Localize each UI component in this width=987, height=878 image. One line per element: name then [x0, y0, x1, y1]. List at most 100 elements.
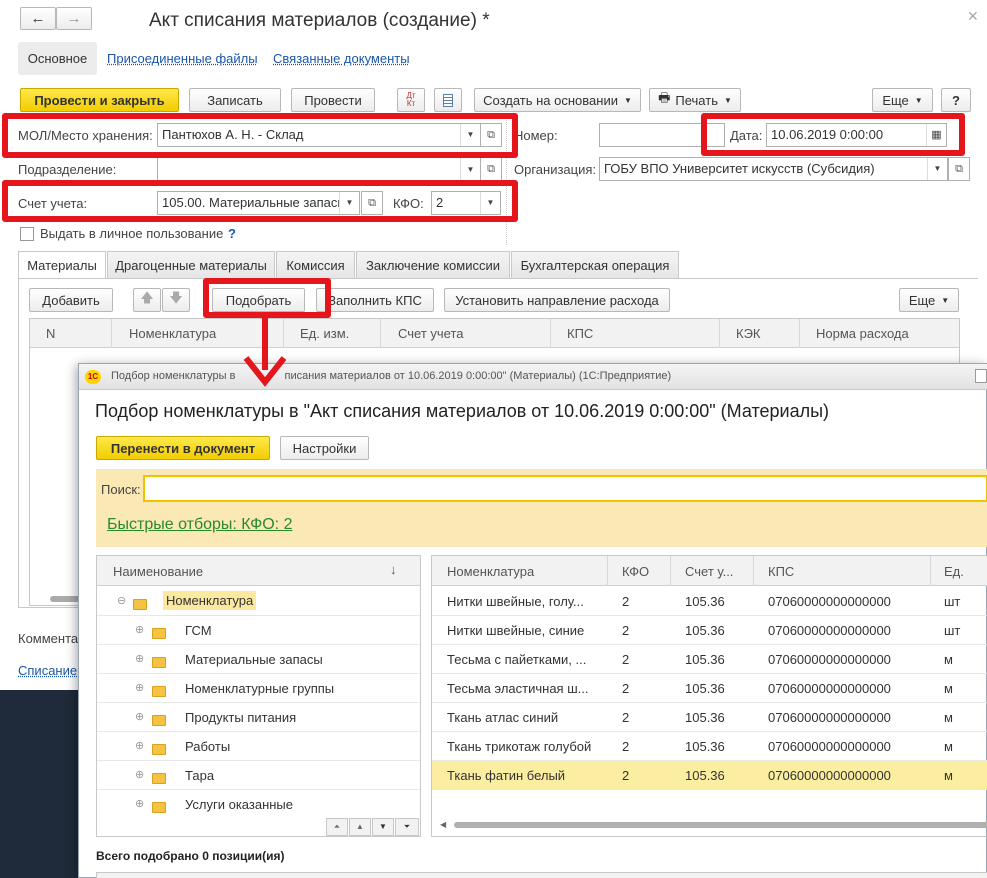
list-item[interactable]: Нитки швейные, синие 2 105.36 0706000000000…	[432, 616, 987, 645]
column-header[interactable]: КЭК	[736, 326, 761, 341]
footer-link[interactable]: Списание	[18, 663, 77, 678]
dropdown-arrow-icon[interactable]: ▼	[460, 158, 480, 180]
transfer-to-document-button[interactable]: Перенести в документ	[96, 436, 270, 460]
collapse-icon[interactable]: ⊖	[117, 594, 126, 607]
report-button[interactable]	[434, 88, 462, 112]
expand-icon[interactable]: ⊕	[135, 623, 144, 636]
open-icon[interactable]: ⧉	[948, 157, 970, 181]
column-header[interactable]: N	[46, 326, 55, 341]
add-button[interactable]: Добавить	[29, 288, 113, 312]
tree-item[interactable]: ⊕ Услуги оказанные	[97, 790, 420, 819]
tree-item[interactable]: ⊕ Тара	[97, 761, 420, 790]
scroll-left-icon[interactable]: ◀	[440, 820, 446, 829]
open-icon[interactable]: ⧉	[480, 157, 502, 181]
sort-arrow-icon[interactable]: ↓	[390, 562, 397, 577]
more-button[interactable]: Еще ▼	[872, 88, 933, 112]
set-direction-button[interactable]: Установить направление расхода	[444, 288, 670, 312]
tree-root-row[interactable]: ⊖ Номенклатура	[97, 587, 420, 616]
list-item[interactable]: Ткань атлас синий 2 105.36 0706000000000000…	[432, 703, 987, 732]
list-item[interactable]: Ткань трикотаж голубой 2 105.36 07060000000…	[432, 732, 987, 761]
item-name: Тесьма с пайетками, ...	[447, 652, 587, 667]
tab-conclusion[interactable]: Заключение комиссии	[356, 251, 510, 278]
print-window-icon[interactable]	[975, 369, 987, 383]
tab-materials[interactable]: Материалы	[18, 251, 106, 279]
materials-more-button[interactable]: Еще ▼	[899, 288, 959, 312]
tab-precious[interactable]: Драгоценные материалы	[107, 251, 275, 278]
column-header[interactable]: КПС	[567, 326, 593, 341]
post-button[interactable]: Провести	[291, 88, 375, 112]
expand-icon[interactable]: ⊕	[135, 797, 144, 810]
scroll-up-button[interactable]: ▲	[349, 818, 371, 836]
nav-tab-files[interactable]: Присоединенные файлы	[107, 51, 258, 66]
expand-icon[interactable]: ⊕	[135, 768, 144, 781]
horizontal-scrollbar-thumb[interactable]	[454, 822, 987, 828]
search-input[interactable]	[143, 475, 987, 502]
scroll-down-button[interactable]: ▼	[372, 818, 394, 836]
tab-accounting[interactable]: Бухгалтерская операция	[511, 251, 679, 278]
fill-kps-button[interactable]: Заполнить КПС	[316, 288, 434, 312]
move-up-button[interactable]: 🡅	[133, 288, 161, 312]
scroll-bottom-button[interactable]: ⏷	[395, 818, 419, 836]
column-header[interactable]: КФО	[622, 564, 649, 579]
personal-use-checkbox[interactable]	[20, 227, 34, 241]
column-header[interactable]: Номенклатура	[129, 326, 216, 341]
nav-tab-main[interactable]: Основное	[18, 42, 97, 75]
scrollbar-thumb[interactable]	[50, 596, 80, 602]
dropdown-arrow-icon: ▼	[723, 95, 732, 105]
expand-icon[interactable]: ⊕	[135, 739, 144, 752]
move-down-button[interactable]: 🡇	[162, 288, 190, 312]
column-header[interactable]: Ед. изм.	[300, 326, 349, 341]
items-list: Номенклатура КФО Счет у... КПС Ед. Нитки…	[431, 555, 987, 837]
settings-button[interactable]: Настройки	[280, 436, 369, 460]
column-header[interactable]: КПС	[768, 564, 794, 579]
division-field[interactable]	[157, 157, 481, 181]
back-button[interactable]: ←	[20, 7, 56, 30]
folder-icon	[152, 744, 166, 756]
tree-header-name[interactable]: Наименование	[113, 564, 203, 579]
print-button[interactable]: 🖶 Печать ▼	[649, 88, 741, 112]
dt-kt-button[interactable]: Дт Кт	[397, 88, 425, 112]
picker-window: 1С Подбор номенклатуры в писания материа…	[78, 363, 987, 878]
list-item[interactable]: Тесьма эластичная ш... 2 105.36 07060000000…	[432, 674, 987, 703]
item-kfo: 2	[622, 652, 630, 667]
list-item[interactable]: Нитки швейные, голу... 2 105.36 07060000000…	[432, 587, 987, 616]
quick-filters-link[interactable]: Быстрые отборы: КФО: 2	[107, 516, 292, 534]
tree-item[interactable]: ⊕ Работы	[97, 732, 420, 761]
help-button[interactable]: ?	[941, 88, 971, 112]
item-kps: 07060000000000000	[768, 739, 891, 754]
org-field[interactable]: ГОБУ ВПО Университет искусств (Субсидия)…	[599, 157, 948, 181]
column-header[interactable]: Номенклатура	[447, 564, 534, 579]
tab-commission[interactable]: Комиссия	[276, 251, 355, 278]
column-header[interactable]: Норма расхода	[816, 326, 909, 341]
create-based-on-button[interactable]: Создать на основании ▼	[474, 88, 641, 112]
close-icon[interactable]: ✕	[967, 8, 979, 25]
tree-item[interactable]: ⊕ ГСМ	[97, 616, 420, 645]
expand-icon[interactable]: ⊕	[135, 652, 144, 665]
tree-item[interactable]: ⊕ Материальные запасы	[97, 645, 420, 674]
list-item[interactable]: Тесьма с пайетками, ... 2 105.36 0706000000…	[432, 645, 987, 674]
item-name: Тесьма эластичная ш...	[447, 681, 589, 696]
dropdown-arrow-icon[interactable]: ▼	[927, 158, 947, 180]
expand-icon[interactable]: ⊕	[135, 681, 144, 694]
list-item[interactable]: Ткань фатин белый 2 105.36 0706000000000000…	[432, 761, 987, 790]
scroll-top-button[interactable]: ⏶	[326, 818, 348, 836]
search-label: Поиск:	[101, 482, 141, 497]
tree-item[interactable]: ⊕ Номенклатурные группы	[97, 674, 420, 703]
post-and-close-button[interactable]: Провести и закрыть	[20, 88, 179, 112]
division-label: Подразделение:	[18, 162, 117, 177]
forward-button[interactable]: →	[56, 7, 92, 30]
column-header[interactable]: Счет у...	[685, 564, 733, 579]
expand-icon[interactable]: ⊕	[135, 710, 144, 723]
save-button[interactable]: Записать	[189, 88, 281, 112]
help-icon[interactable]: ?	[228, 226, 236, 241]
item-kfo: 2	[622, 768, 630, 783]
item-name: Ткань атлас синий	[447, 710, 559, 725]
column-header[interactable]: Счет учета	[398, 326, 464, 341]
dropdown-arrow-icon: ▼	[623, 95, 632, 105]
column-header[interactable]: Ед.	[944, 564, 964, 579]
highlight-date	[701, 113, 965, 156]
nav-tab-related[interactable]: Связанные документы	[273, 51, 410, 66]
tree-item[interactable]: ⊕ Продукты питания	[97, 703, 420, 732]
arrow-annotation	[243, 318, 287, 387]
item-account: 105.36	[685, 681, 725, 696]
